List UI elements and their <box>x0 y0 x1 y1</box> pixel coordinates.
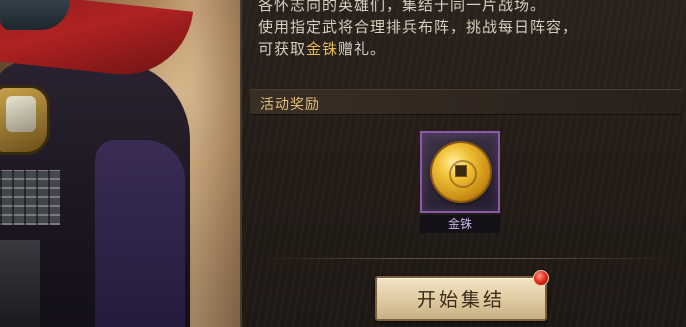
description-line-3: 可获取金铢赠礼。 <box>258 38 678 60</box>
event-panel: 各怀志向的英雄们，集结于同一片战场。 使用指定武将合理排兵布阵，挑战每日阵容， … <box>240 0 686 327</box>
description-text: 可获取 <box>258 40 307 58</box>
character-robe <box>95 140 185 327</box>
character-artwork <box>0 0 250 327</box>
notification-dot-icon <box>533 270 549 286</box>
rewards-section-header: 活动奖励 <box>250 89 682 115</box>
reward-item-gold-coin[interactable]: 金铢 <box>420 131 500 233</box>
divider <box>262 258 672 259</box>
gold-coin-icon <box>432 143 490 201</box>
shoulder-guard <box>0 85 50 155</box>
event-description: 各怀志向的英雄们，集结于同一片战场。 使用指定武将合理排兵布阵，挑战每日阵容， … <box>258 0 678 60</box>
reward-item-label: 金铢 <box>420 215 500 233</box>
coin-square-hole <box>455 165 467 177</box>
description-line-2: 使用指定武将合理排兵布阵，挑战每日阵容， <box>258 18 579 36</box>
rewards-section-title: 活动奖励 <box>260 97 320 113</box>
highlight-reward-name: 金铢 <box>306 40 339 58</box>
chain-mail <box>0 170 60 225</box>
armor-lower <box>0 240 40 327</box>
start-button-label: 开始集结 <box>416 289 505 311</box>
reward-frame <box>420 131 500 213</box>
description-text-end: 赠礼。 <box>338 40 387 58</box>
description-line-1: 各怀志向的英雄们，集结于同一片战场。 <box>258 0 547 14</box>
start-gathering-button[interactable]: 开始集结 <box>375 276 547 321</box>
